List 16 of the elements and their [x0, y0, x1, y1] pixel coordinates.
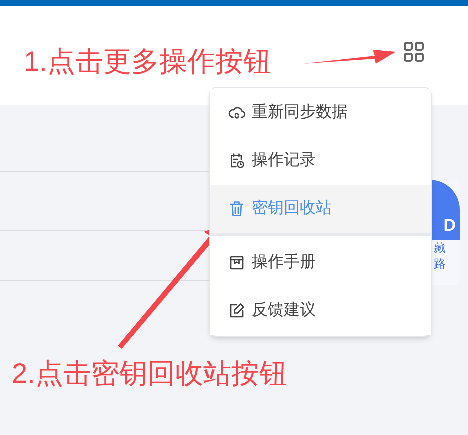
edit-icon	[228, 302, 246, 320]
more-actions-button[interactable]	[402, 40, 426, 64]
promo-text: 藏	[434, 240, 447, 256]
promo-text: 路	[434, 256, 447, 272]
annotation-text: 2.点击密钥回收站按钮	[12, 357, 288, 391]
menu-item[interactable]: 操作手册	[210, 239, 431, 287]
menu-item[interactable]: 反馈建议	[210, 287, 431, 335]
grid-icon	[403, 40, 425, 62]
menu-item[interactable]: 重新同步数据	[210, 89, 431, 137]
cloud-sync-icon	[228, 104, 246, 122]
trash-icon	[228, 200, 246, 218]
calendar-clock-icon	[228, 152, 246, 170]
book-icon	[228, 254, 246, 272]
menu-item[interactable]: 操作记录	[210, 137, 431, 185]
annotation-text: 1.点击更多操作按钮	[24, 45, 272, 79]
promo-label: D	[444, 214, 456, 236]
